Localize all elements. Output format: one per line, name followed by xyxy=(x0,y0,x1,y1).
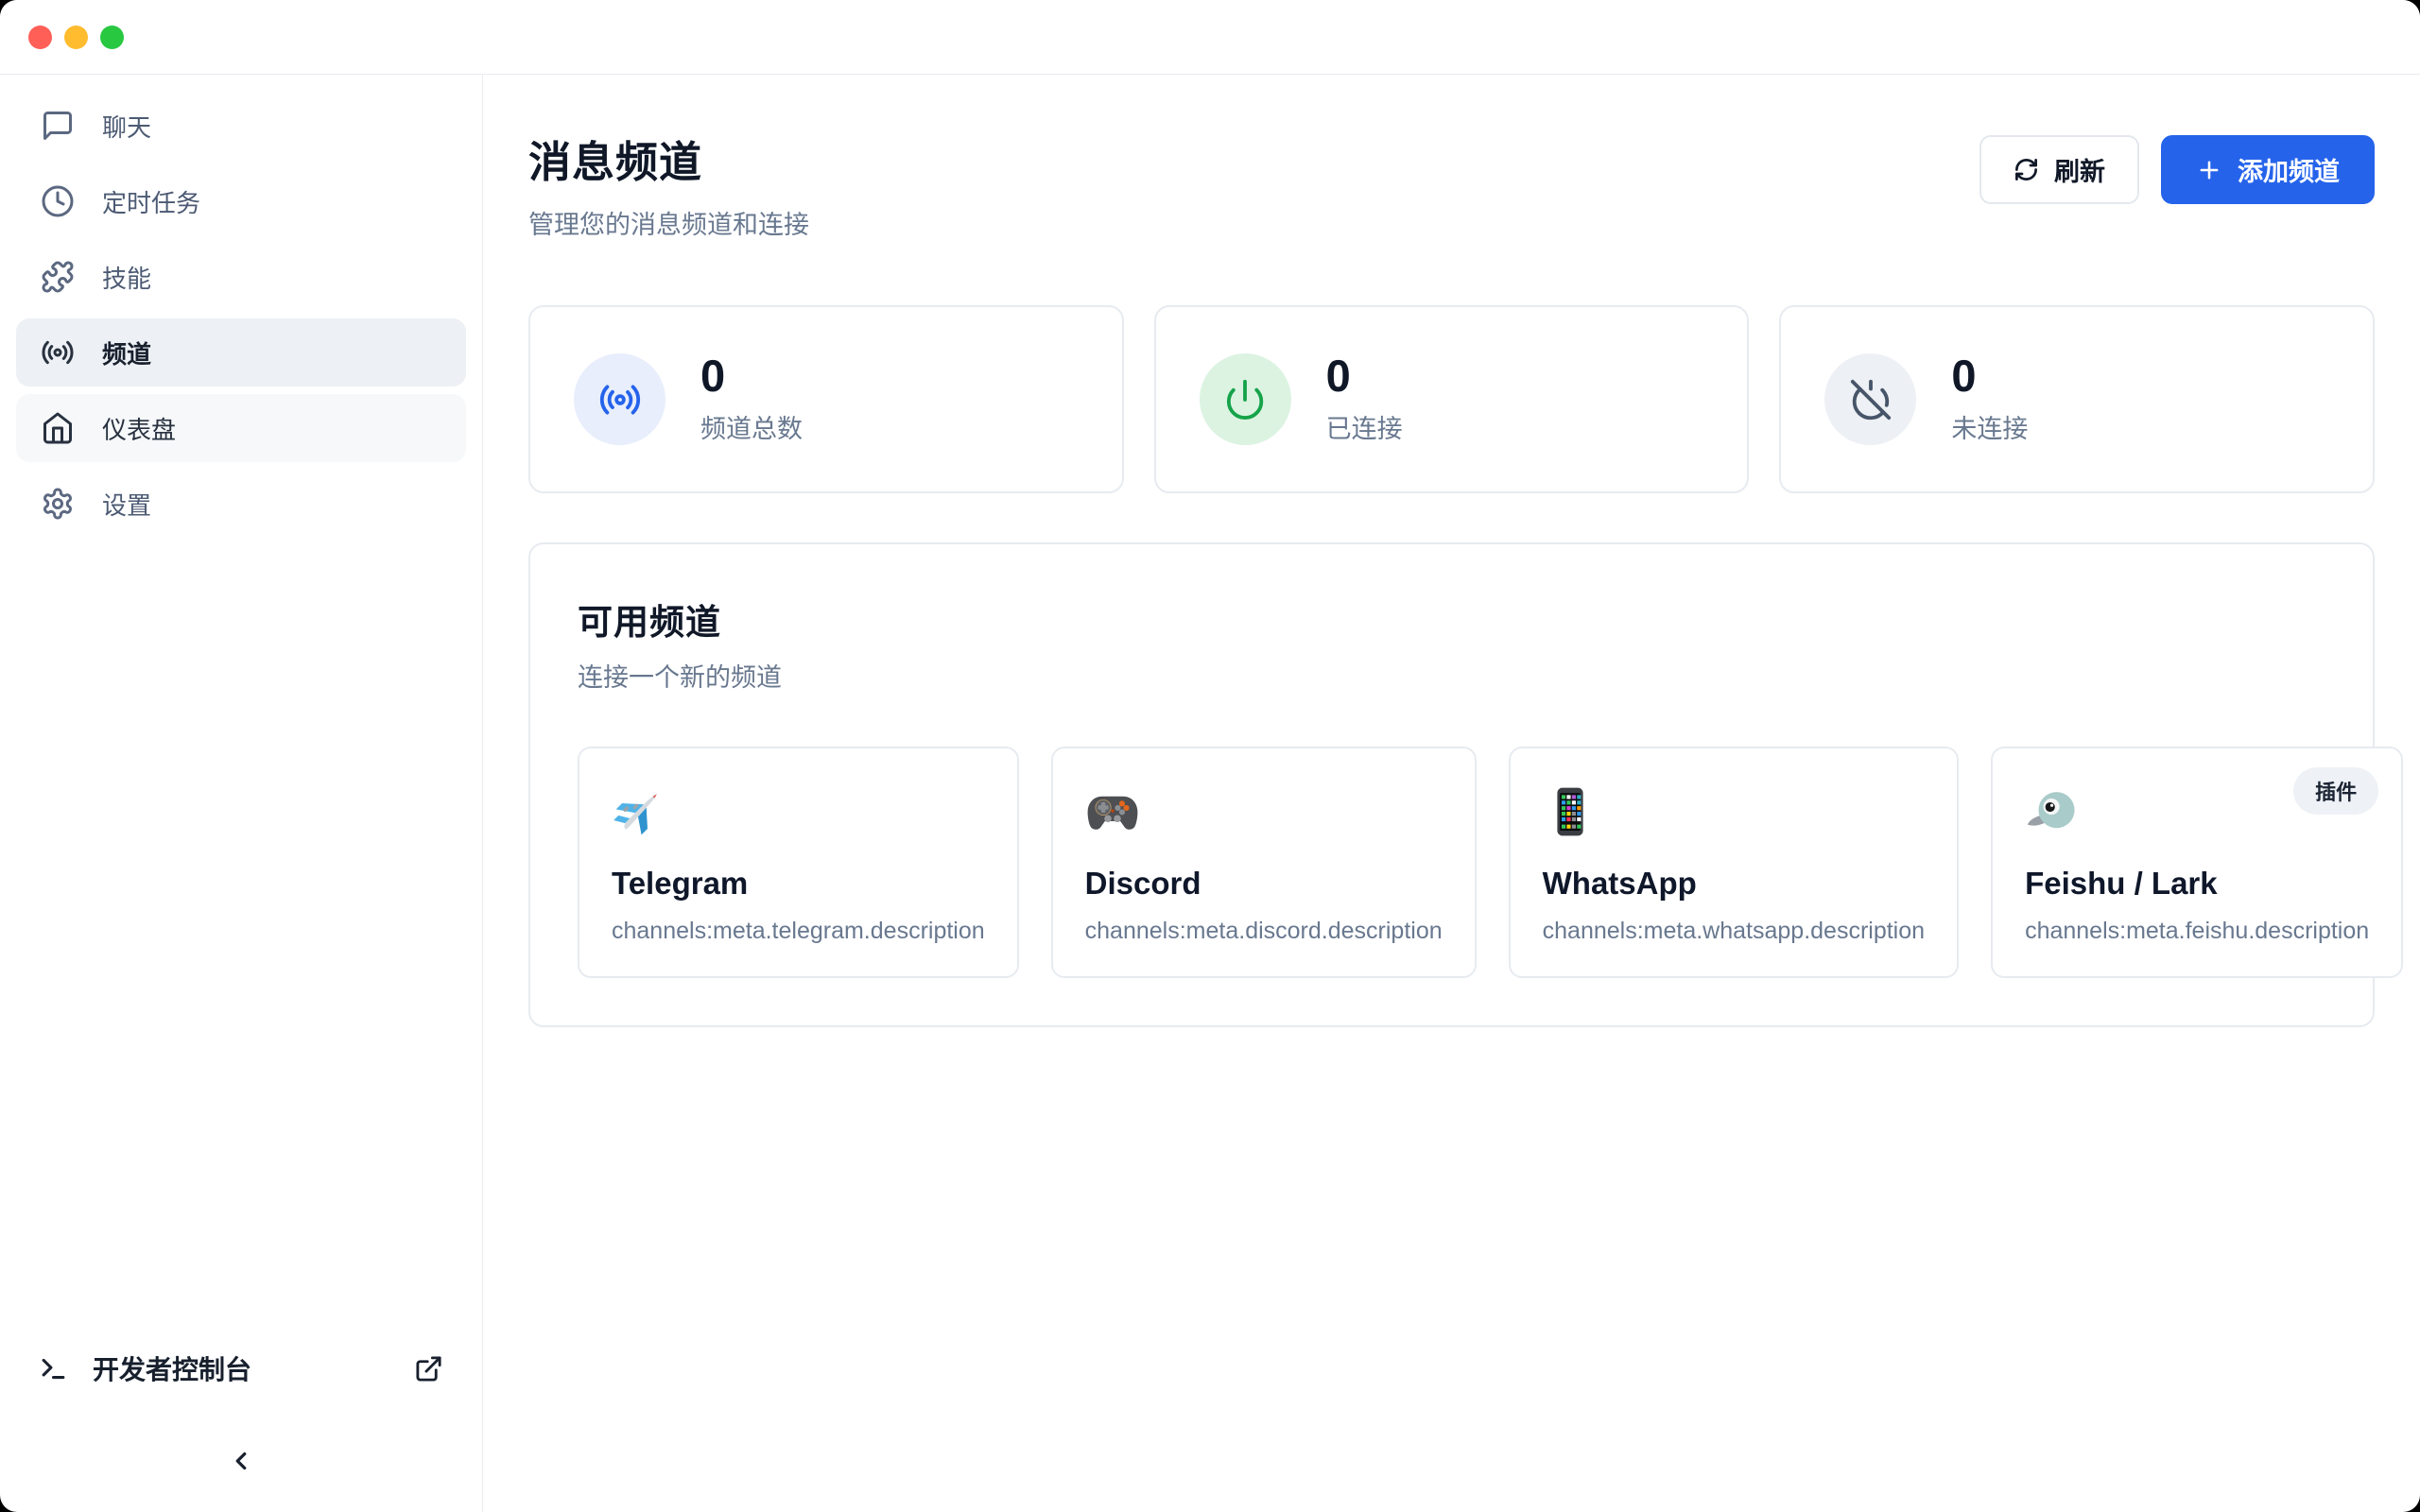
close-button[interactable] xyxy=(28,26,52,49)
sidebar-item-label: 设置 xyxy=(102,487,151,522)
channel-description: channels:meta.telegram.description xyxy=(612,918,985,945)
sidebar-collapse-button[interactable] xyxy=(213,1438,269,1484)
stat-label: 频道总数 xyxy=(700,408,803,445)
bird-emoji xyxy=(2025,784,2080,839)
stat-label: 未连接 xyxy=(1951,408,2028,445)
panel-title: 可用频道 xyxy=(578,593,2325,644)
gear-icon xyxy=(41,487,75,521)
plus-icon xyxy=(2196,157,2222,183)
sidebar-item-settings[interactable]: 设置 xyxy=(16,470,466,538)
channel-card-feishu[interactable]: 插件 Feishu / Lark channels:meta.feishu.de… xyxy=(1991,747,2403,978)
channel-name: Feishu / Lark xyxy=(2025,866,2369,902)
panel-subtitle: 连接一个新的频道 xyxy=(578,657,2325,694)
channel-name: Telegram xyxy=(612,866,985,902)
mobile-phone-emoji xyxy=(1543,784,1598,839)
broadcast-icon xyxy=(574,353,666,445)
channel-description: channels:meta.whatsapp.description xyxy=(1543,918,1925,945)
stat-value: 0 xyxy=(1326,353,1403,398)
add-channel-button[interactable]: 添加频道 xyxy=(2161,135,2375,204)
channel-name: WhatsApp xyxy=(1543,866,1925,902)
developer-console-label: 开发者控制台 xyxy=(93,1349,389,1387)
home-icon xyxy=(41,411,75,445)
stat-card-total-channels: 0 频道总数 xyxy=(528,305,1124,493)
channel-name: Discord xyxy=(1085,866,1443,902)
sidebar-item-label: 仪表盘 xyxy=(102,411,176,446)
stat-label: 已连接 xyxy=(1326,408,1403,445)
traffic-lights xyxy=(28,26,124,49)
sidebar-nav: 聊天 定时任务 技能 xyxy=(16,92,466,538)
power-off-icon xyxy=(1824,353,1916,445)
developer-console-link[interactable]: 开发者控制台 xyxy=(16,1336,466,1400)
sidebar: 聊天 定时任务 技能 xyxy=(0,75,483,1512)
chat-bubble-icon xyxy=(41,109,75,143)
channel-card-telegram[interactable]: Telegram channels:meta.telegram.descript… xyxy=(578,747,1019,978)
terminal-icon xyxy=(39,1354,68,1383)
stats-row: 0 频道总数 0 已连接 xyxy=(528,305,2375,493)
main-content: 消息频道 管理您的消息频道和连接 刷新 添加频道 xyxy=(483,75,2420,1512)
channel-description: channels:meta.discord.description xyxy=(1085,918,1443,945)
channel-card-whatsapp[interactable]: WhatsApp channels:meta.whatsapp.descript… xyxy=(1509,747,1959,978)
app-window: 聊天 定时任务 技能 xyxy=(0,0,2420,1512)
puzzle-icon xyxy=(41,260,75,294)
add-channel-button-label: 添加频道 xyxy=(2238,151,2340,188)
titlebar xyxy=(0,0,2420,75)
clock-icon xyxy=(41,184,75,218)
plugin-badge: 插件 xyxy=(2293,767,2378,815)
sidebar-item-dashboard[interactable]: 仪表盘 xyxy=(16,394,466,462)
sidebar-item-label: 频道 xyxy=(102,335,151,370)
sidebar-item-scheduled-tasks[interactable]: 定时任务 xyxy=(16,167,466,235)
stat-value: 0 xyxy=(1951,353,2028,398)
chevron-left-icon xyxy=(227,1447,255,1475)
sidebar-item-chat[interactable]: 聊天 xyxy=(16,92,466,160)
channel-grid: Telegram channels:meta.telegram.descript… xyxy=(578,747,2325,978)
stat-value: 0 xyxy=(700,353,803,398)
channel-description: channels:meta.feishu.description xyxy=(2025,918,2369,945)
available-channels-panel: 可用频道 连接一个新的频道 Telegram channels:meta.tel… xyxy=(528,542,2375,1027)
minimize-button[interactable] xyxy=(64,26,88,49)
gamepad-emoji xyxy=(1085,784,1140,839)
refresh-icon xyxy=(2014,157,2039,182)
sidebar-item-label: 聊天 xyxy=(102,109,151,144)
sidebar-item-label: 技能 xyxy=(102,260,151,295)
sidebar-item-channels[interactable]: 频道 xyxy=(16,318,466,387)
channel-card-discord[interactable]: Discord channels:meta.discord.descriptio… xyxy=(1051,747,1477,978)
page-header: 消息频道 管理您的消息频道和连接 刷新 添加频道 xyxy=(528,128,2375,241)
broadcast-icon xyxy=(41,335,75,369)
page-subtitle: 管理您的消息频道和连接 xyxy=(528,204,809,241)
zoom-button[interactable] xyxy=(100,26,124,49)
stat-card-connected: 0 已连接 xyxy=(1154,305,1750,493)
sidebar-item-label: 定时任务 xyxy=(102,184,200,219)
external-link-icon[interactable] xyxy=(414,1354,443,1383)
airplane-emoji xyxy=(612,784,666,839)
page-title: 消息频道 xyxy=(528,128,809,189)
stat-card-disconnected: 0 未连接 xyxy=(1779,305,2375,493)
sidebar-item-skills[interactable]: 技能 xyxy=(16,243,466,311)
power-icon xyxy=(1200,353,1291,445)
refresh-button[interactable]: 刷新 xyxy=(1979,135,2139,204)
refresh-button-label: 刷新 xyxy=(2054,151,2105,188)
